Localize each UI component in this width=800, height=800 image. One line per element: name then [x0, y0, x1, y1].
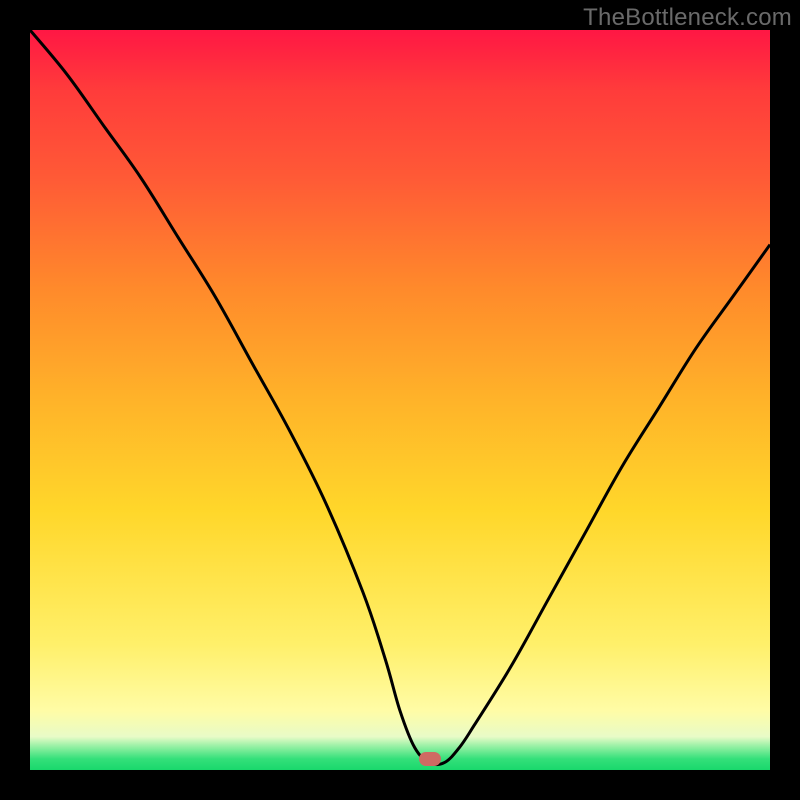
chart-plot-area: [30, 30, 770, 770]
chart-frame: TheBottleneck.com: [0, 0, 800, 800]
bottleneck-curve: [30, 30, 770, 770]
optimal-point-marker: [419, 752, 441, 766]
curve-path: [30, 30, 770, 765]
watermark-text: TheBottleneck.com: [583, 4, 792, 32]
